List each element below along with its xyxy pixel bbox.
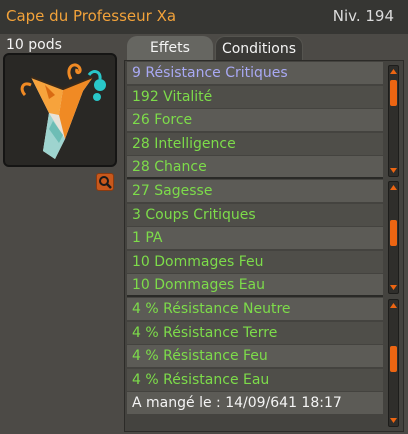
scrollbar-thumb[interactable] xyxy=(390,220,397,246)
scrollbar-group-2[interactable] xyxy=(388,181,399,294)
effect-row: 4 % Résistance Feu xyxy=(127,345,383,368)
effect-row: 26 Force xyxy=(127,109,383,132)
scrollbar-thumb[interactable] xyxy=(390,346,397,372)
scroll-up-arrow-icon[interactable] xyxy=(389,301,398,310)
eaten-date-row: A mangé le : 14/09/641 18:17 xyxy=(127,392,383,415)
cape-item-icon xyxy=(20,63,106,159)
scroll-up-arrow-icon[interactable] xyxy=(389,183,398,192)
tab-conditions[interactable]: Conditions xyxy=(215,36,303,60)
effect-row: 28 Intelligence xyxy=(127,132,383,155)
effect-row: 3 Coups Critiques xyxy=(127,203,383,226)
effects-panel: 9 Résistance Critiques 192 Vitalité 26 For… xyxy=(124,60,404,432)
zoom-button[interactable] xyxy=(96,173,114,191)
effect-row: 9 Résistance Critiques xyxy=(127,62,383,84)
effect-row: 4 % Résistance Terre xyxy=(127,321,383,344)
scroll-up-arrow-icon[interactable] xyxy=(389,67,398,76)
effect-row: 28 Chance xyxy=(127,156,383,179)
scrollbar-thumb[interactable] xyxy=(390,80,397,106)
item-name: Cape du Professeur Xa xyxy=(6,7,177,25)
scrollbar-group-3[interactable] xyxy=(388,299,399,427)
scrollbar-group-1[interactable] xyxy=(388,65,399,177)
scroll-down-arrow-icon[interactable] xyxy=(389,416,398,425)
item-image-frame xyxy=(3,53,117,167)
group-separator xyxy=(127,177,383,179)
effect-row: 4 % Résistance Neutre xyxy=(127,298,383,320)
effect-row: 192 Vitalité xyxy=(127,85,383,108)
effect-row: 4 % Résistance Eau xyxy=(127,368,383,391)
effect-row: 27 Sagesse xyxy=(127,180,383,202)
effect-row: 1 PA xyxy=(127,227,383,250)
effect-row: 10 Dommages Eau xyxy=(127,274,383,297)
magnifier-icon xyxy=(99,176,112,189)
effect-row: 10 Dommages Feu xyxy=(127,250,383,273)
scroll-down-arrow-icon[interactable] xyxy=(389,166,398,175)
group-separator xyxy=(127,295,383,297)
scroll-down-arrow-icon[interactable] xyxy=(389,283,398,292)
tab-effets[interactable]: Effets xyxy=(127,36,213,60)
item-level: Niv. 194 xyxy=(332,7,394,25)
item-weight: 10 pods xyxy=(6,37,62,53)
item-header: Cape du Professeur Xa Niv. 194 xyxy=(0,0,408,34)
